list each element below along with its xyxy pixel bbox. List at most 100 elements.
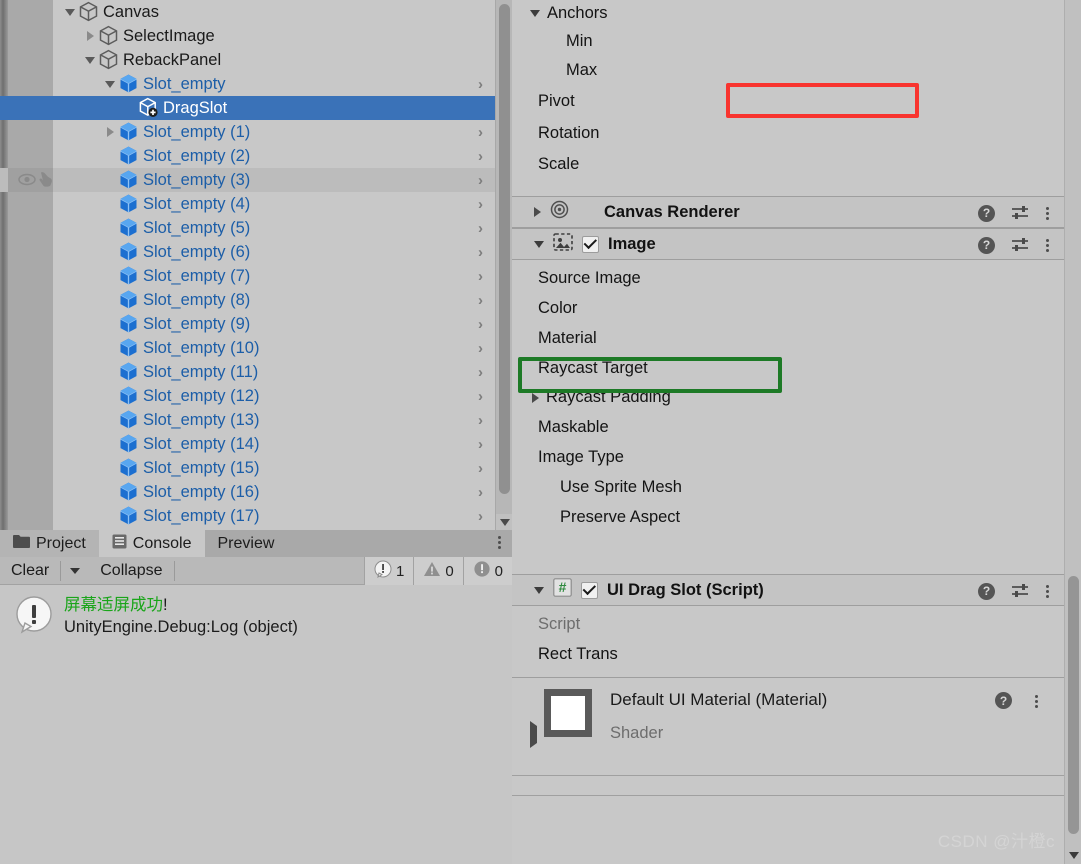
console-tabbar[interactable]: Project Console Preview	[0, 530, 512, 557]
pointer-hand-icon[interactable]	[38, 171, 54, 193]
help-icon[interactable]: ?	[995, 692, 1012, 709]
prefab-open-chevron-icon[interactable]: ›	[478, 336, 483, 360]
prefab-open-chevron-icon[interactable]: ›	[478, 408, 483, 432]
prefab-open-chevron-icon[interactable]: ›	[478, 504, 483, 528]
row-visibility-gutter[interactable]	[8, 456, 53, 480]
hierarchy-row[interactable]: Slot_empty (13) ›	[0, 408, 495, 432]
prefab-open-chevron-icon[interactable]: ›	[478, 360, 483, 384]
chevron-down-icon[interactable]	[534, 240, 544, 248]
row-visibility-gutter[interactable]	[8, 288, 53, 312]
hierarchy-tree[interactable]: Canvas SelectImage RebackPanel Slot_empty › D…	[0, 0, 495, 528]
chevron-down-icon[interactable]	[102, 72, 118, 96]
chevron-right-icon[interactable]	[534, 207, 541, 217]
prefab-open-chevron-icon[interactable]: ›	[478, 384, 483, 408]
hierarchy-row[interactable]: Slot_empty (2) ›	[0, 144, 495, 168]
tab-console[interactable]: Console	[98, 530, 205, 557]
row-visibility-gutter[interactable]	[8, 96, 53, 120]
collapse-button[interactable]: Collapse	[89, 557, 173, 585]
prefab-open-chevron-icon[interactable]: ›	[478, 288, 483, 312]
row-visibility-gutter[interactable]	[8, 336, 53, 360]
row-visibility-gutter[interactable]	[8, 24, 53, 48]
scroll-down-arrow-icon[interactable]	[496, 514, 512, 530]
hierarchy-row[interactable]: Slot_empty (17) ›	[0, 504, 495, 528]
row-visibility-gutter[interactable]	[8, 144, 53, 168]
console-panel[interactable]: Project Console Preview Clear Collapse 1…	[0, 530, 512, 864]
row-visibility-gutter[interactable]	[8, 408, 53, 432]
default-ui-material-block[interactable]: Default UI Material (Material) ? Shader …	[512, 677, 1064, 757]
hierarchy-row[interactable]: Slot_empty (4) ›	[0, 192, 495, 216]
hierarchy-row[interactable]: Slot_empty ›	[0, 72, 495, 96]
material-menu-kebab-icon[interactable]	[1035, 693, 1038, 710]
scroll-down-arrow-icon[interactable]	[1065, 848, 1081, 862]
prefab-open-chevron-icon[interactable]: ›	[478, 240, 483, 264]
hierarchy-row[interactable]: Canvas	[0, 0, 495, 24]
hierarchy-row[interactable]: Slot_empty (10) ›	[0, 336, 495, 360]
log-entry[interactable]: 屏幕适屏成功! UnityEngine.Debug:Log (object)	[0, 585, 512, 640]
anchors-foldout[interactable]: Anchors	[512, 0, 1064, 27]
prefab-open-chevron-icon[interactable]: ›	[478, 264, 483, 288]
hierarchy-panel[interactable]: Canvas SelectImage RebackPanel Slot_empty › D…	[0, 0, 512, 530]
chevron-down-icon[interactable]	[82, 48, 98, 72]
inspector-scrollbar[interactable]	[1064, 0, 1081, 864]
hierarchy-row[interactable]: Slot_empty (14) ›	[0, 432, 495, 456]
image-component-header[interactable]: Image ?	[512, 228, 1064, 260]
hierarchy-scrollbar[interactable]	[495, 0, 512, 530]
hierarchy-row[interactable]: Slot_empty (9) ›	[0, 312, 495, 336]
clear-button[interactable]: Clear	[0, 557, 60, 585]
hierarchy-row[interactable]: Slot_empty (15) ›	[0, 456, 495, 480]
inspector-scroll-thumb[interactable]	[1068, 576, 1079, 834]
prefab-open-chevron-icon[interactable]: ›	[478, 120, 483, 144]
chevron-right-icon[interactable]	[82, 24, 98, 48]
hierarchy-scroll-thumb[interactable]	[499, 4, 510, 494]
clear-dropdown-caret-icon[interactable]	[70, 567, 81, 574]
preset-settings-icon[interactable]	[1011, 205, 1030, 221]
row-visibility-gutter[interactable]	[8, 312, 53, 336]
row-visibility-gutter[interactable]	[8, 384, 53, 408]
hierarchy-row[interactable]: Slot_empty (12) ›	[0, 384, 495, 408]
error-counter[interactable]: 0	[462, 557, 512, 585]
row-visibility-gutter[interactable]	[8, 480, 53, 504]
help-icon[interactable]: ?	[978, 236, 995, 254]
warning-counter[interactable]: 0	[413, 557, 463, 585]
row-visibility-gutter[interactable]	[8, 240, 53, 264]
prefab-open-chevron-icon[interactable]: ›	[478, 168, 483, 192]
tab-project[interactable]: Project	[0, 530, 99, 557]
tab-preview[interactable]: Preview	[204, 530, 288, 557]
prefab-open-chevron-icon[interactable]: ›	[478, 192, 483, 216]
help-icon[interactable]: ?	[978, 582, 995, 600]
hierarchy-row[interactable]: Slot_empty (3) ›	[0, 168, 495, 192]
row-visibility-gutter[interactable]	[8, 0, 53, 24]
hierarchy-row[interactable]: SelectImage	[0, 24, 495, 48]
prefab-open-chevron-icon[interactable]: ›	[478, 480, 483, 504]
component-menu-kebab-icon[interactable]	[1046, 237, 1050, 254]
eye-icon[interactable]	[18, 172, 36, 192]
row-visibility-gutter[interactable]	[8, 264, 53, 288]
hierarchy-row[interactable]: Slot_empty (1) ›	[0, 120, 495, 144]
prefab-open-chevron-icon[interactable]: ›	[478, 456, 483, 480]
console-toolbar[interactable]: Clear Collapse 1 0 0	[0, 557, 512, 585]
preset-settings-icon[interactable]	[1011, 237, 1030, 253]
component-menu-kebab-icon[interactable]	[1046, 583, 1050, 600]
hierarchy-row[interactable]: RebackPanel	[0, 48, 495, 72]
row-visibility-gutter[interactable]	[8, 216, 53, 240]
row-visibility-gutter[interactable]	[8, 168, 53, 192]
row-visibility-gutter[interactable]	[8, 120, 53, 144]
prefab-open-chevron-icon[interactable]: ›	[478, 144, 483, 168]
row-visibility-gutter[interactable]	[8, 432, 53, 456]
hierarchy-row[interactable]: Slot_empty (6) ›	[0, 240, 495, 264]
hierarchy-row[interactable]: DragSlot	[0, 96, 495, 120]
image-enabled-checkbox[interactable]	[582, 235, 599, 253]
material-foldout-arrow[interactable]	[530, 721, 537, 748]
console-log-list[interactable]: 屏幕适屏成功! UnityEngine.Debug:Log (object)	[0, 585, 512, 864]
hierarchy-row[interactable]: Slot_empty (7) ›	[0, 264, 495, 288]
prefab-open-chevron-icon[interactable]: ›	[478, 72, 483, 96]
hierarchy-row[interactable]: Slot_empty (8) ›	[0, 288, 495, 312]
chevron-right-icon[interactable]	[532, 392, 539, 403]
chevron-down-icon[interactable]	[534, 586, 544, 594]
chevron-right-icon[interactable]	[102, 120, 118, 144]
row-visibility-gutter[interactable]	[8, 504, 53, 528]
chevron-down-icon[interactable]	[62, 0, 78, 24]
hierarchy-row[interactable]: Slot_empty (5) ›	[0, 216, 495, 240]
hierarchy-row[interactable]: Slot_empty (16) ›	[0, 480, 495, 504]
row-visibility-gutter[interactable]	[8, 48, 53, 72]
